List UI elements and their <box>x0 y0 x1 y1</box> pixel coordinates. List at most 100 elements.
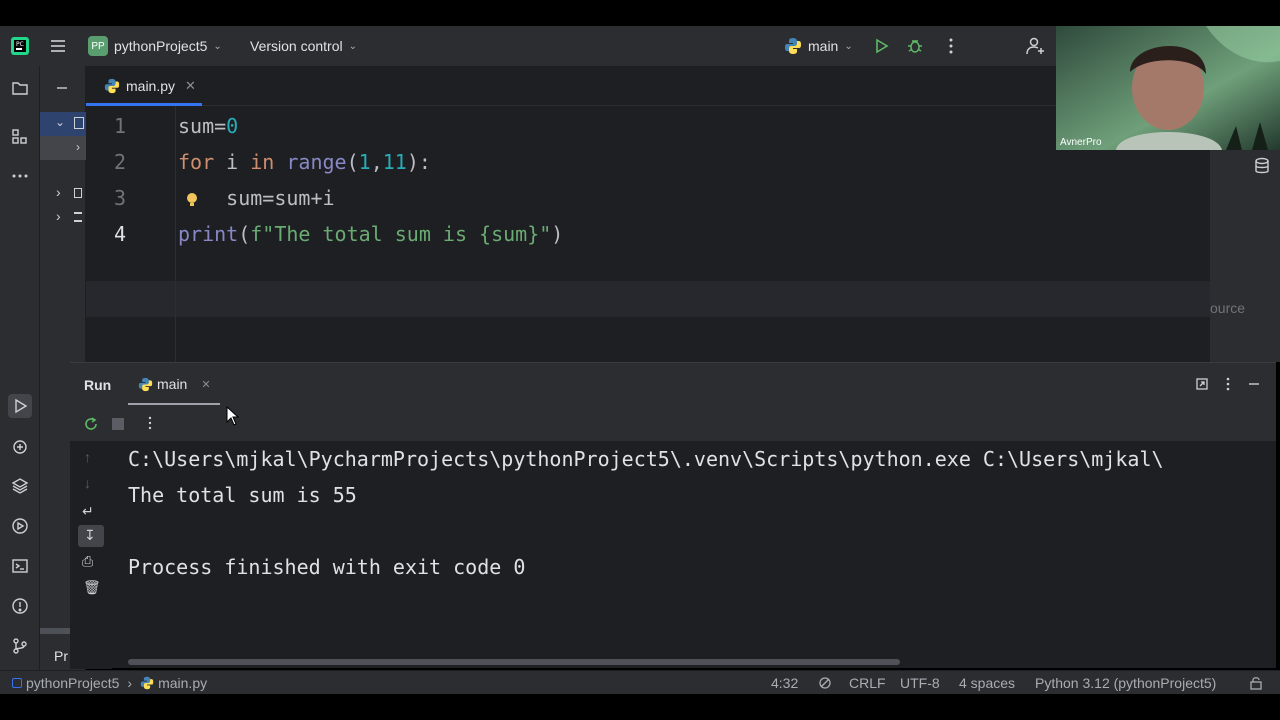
chevron-right-icon: › <box>76 140 80 154</box>
more-icon[interactable] <box>1222 377 1234 391</box>
minimize-icon[interactable] <box>56 82 68 94</box>
svg-text:PC: PC <box>16 41 24 48</box>
breadcrumb[interactable]: pythonProject5 › main.py <box>12 671 207 695</box>
print-icon[interactable]: ⎙ <box>82 553 93 570</box>
project-icon <box>12 678 22 688</box>
inspection-icon[interactable] <box>818 676 832 690</box>
run-config-selector[interactable]: main ⌄ <box>784 26 853 66</box>
breadcrumb-file[interactable]: main.py <box>158 675 207 691</box>
breadcrumb-project[interactable]: pythonProject5 <box>26 675 119 691</box>
run-panel-title: Run <box>84 377 112 393</box>
add-user-icon <box>1026 37 1044 55</box>
tree-row-selected[interactable]: › <box>40 136 86 160</box>
file-encoding[interactable]: UTF-8 <box>900 671 940 695</box>
lightbulb-icon[interactable] <box>185 191 199 209</box>
code-with-me-button[interactable] <box>1026 26 1046 66</box>
git-icon[interactable] <box>8 634 32 658</box>
debug-button[interactable] <box>906 26 924 66</box>
chevron-down-icon: ⌄ <box>348 40 357 52</box>
folder-icon[interactable] <box>8 76 32 100</box>
project-badge: PP <box>88 36 108 56</box>
line-separator[interactable]: CRLF <box>849 671 886 695</box>
run-panel: Run main ✕ ↑ ↓ ↵ ↧ ⎙ 🗑 C:\Users\mjkal\Py… <box>70 362 1276 669</box>
horizontal-scrollbar[interactable] <box>128 659 900 665</box>
trash-icon[interactable]: 🗑 <box>83 579 101 596</box>
layers-icon[interactable] <box>8 474 32 498</box>
code-line-3[interactable]: sum=sum+i <box>178 186 334 210</box>
chevron-right-icon[interactable]: › <box>56 184 61 200</box>
more-icon <box>949 38 953 54</box>
webcam-name-label: AvnerPro <box>1060 137 1102 148</box>
gutter-divider <box>175 106 176 362</box>
run-button[interactable] <box>872 26 890 66</box>
run-config-label: main <box>808 38 839 54</box>
version-control-menu[interactable]: Version control ⌄ <box>250 26 357 66</box>
tab-main-py[interactable]: main.py ✕ <box>94 66 206 106</box>
more-actions-button[interactable] <box>942 26 960 66</box>
run-panel-header: Run main ✕ <box>70 363 1276 405</box>
chevron-right-icon: › <box>127 675 133 691</box>
editor-tabbar: main.py ✕ <box>86 66 1210 106</box>
line-number: 3 <box>113 186 126 210</box>
arrow-down-icon[interactable]: ↓ <box>84 475 91 491</box>
library-icon <box>74 188 82 198</box>
webcam-overlay: AvnerPro <box>1056 26 1280 150</box>
python-icon <box>104 78 120 94</box>
run-side-toolbar: ↑ ↓ ↵ ↧ ⎙ 🗑 <box>70 441 112 669</box>
hamburger-menu-icon[interactable] <box>48 26 68 66</box>
code-editor[interactable]: main.py ✕ 1 2 3 4 sum=0 for i in range(1… <box>86 66 1210 362</box>
webcam-image <box>1056 26 1280 150</box>
scratches-icon <box>74 212 82 222</box>
output-line: The total sum is 55 <box>128 483 357 507</box>
arrow-up-icon[interactable]: ↑ <box>84 449 91 465</box>
terminal-icon[interactable] <box>8 554 32 578</box>
run-tab-main[interactable]: main ✕ <box>138 363 211 405</box>
soft-wrap-icon[interactable]: ↵ <box>82 503 94 520</box>
code-line-1[interactable]: sum=0 <box>178 114 238 138</box>
line-number: 1 <box>113 114 126 138</box>
output-line: C:\Users\mjkal\PycharmProjects\pythonPro… <box>128 447 1164 471</box>
python-console-icon[interactable] <box>8 435 32 459</box>
database-icon[interactable] <box>1252 156 1272 176</box>
side-hint-text: ource <box>1210 300 1246 316</box>
indent-setting[interactable]: 4 spaces <box>959 671 1015 695</box>
python-icon <box>785 38 801 54</box>
rerun-icon[interactable] <box>82 415 100 433</box>
caret-position[interactable]: 4:32 <box>771 671 798 695</box>
chevron-down-icon: ⌄ <box>844 40 853 52</box>
run-tool-icon[interactable] <box>8 394 32 418</box>
chevron-down-icon: ⌄ <box>55 115 66 129</box>
close-icon[interactable]: ✕ <box>201 378 210 391</box>
debug-icon <box>908 40 922 53</box>
python-interpreter[interactable]: Python 3.12 (pythonProject5) <box>1035 671 1216 695</box>
project-selector[interactable]: PP pythonProject5 ⌄ <box>88 26 222 66</box>
panel-scrollbar[interactable] <box>40 628 70 634</box>
version-control-label: Version control <box>250 38 343 54</box>
problems-icon[interactable] <box>8 594 32 618</box>
active-tab-indicator <box>86 103 202 106</box>
close-icon[interactable]: ✕ <box>185 78 196 94</box>
pycharm-logo-icon[interactable]: PC <box>10 26 30 66</box>
lock-icon[interactable] <box>1249 676 1263 690</box>
more-tools-icon[interactable] <box>8 164 32 188</box>
tree-root-row[interactable]: ⌄ <box>40 112 86 136</box>
services-icon[interactable] <box>8 514 32 538</box>
run-icon <box>876 38 889 54</box>
scroll-to-end-icon: ↧ <box>84 527 96 543</box>
minimize-icon[interactable] <box>1248 378 1260 390</box>
python-icon <box>140 676 154 690</box>
restore-icon[interactable] <box>1196 378 1208 390</box>
chevron-down-icon: ⌄ <box>213 40 222 52</box>
mouse-cursor-icon <box>226 406 240 426</box>
current-line-highlight <box>86 281 1210 317</box>
run-toolbar <box>70 405 1276 441</box>
structure-icon[interactable] <box>8 125 32 149</box>
stop-icon[interactable] <box>112 418 124 430</box>
code-line-2[interactable]: for i in range(1,11): <box>178 150 431 174</box>
more-icon[interactable] <box>144 416 156 430</box>
code-line-4[interactable]: print(f"The total sum is {sum}") <box>178 222 563 246</box>
chevron-right-icon[interactable]: › <box>56 208 61 224</box>
folder-icon <box>74 117 84 129</box>
output-line: Process finished with exit code 0 <box>128 555 526 579</box>
left-tool-stripe <box>0 66 40 670</box>
